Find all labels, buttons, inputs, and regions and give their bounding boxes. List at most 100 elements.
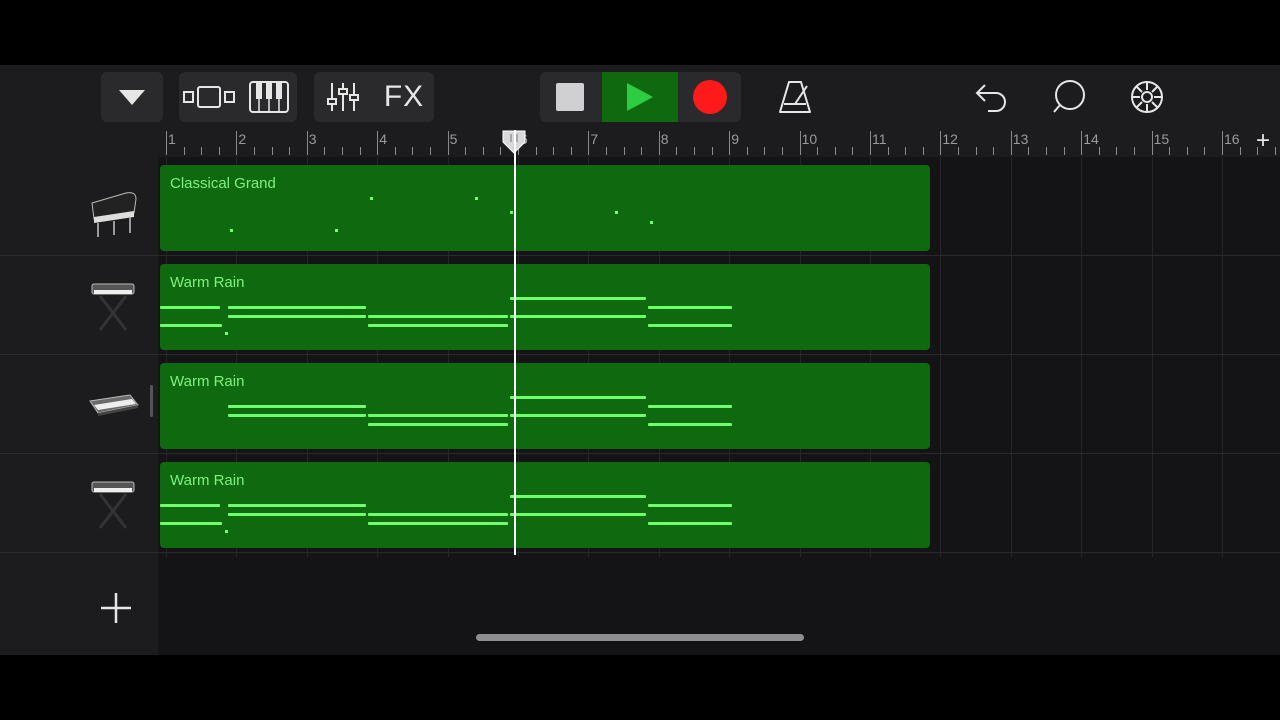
track-header[interactable] xyxy=(0,355,158,454)
record-button[interactable] xyxy=(680,72,740,122)
loop-browser-button[interactable] xyxy=(1044,72,1094,122)
browser-button[interactable] xyxy=(101,72,163,122)
ruler-beat-tick xyxy=(887,147,889,155)
settings-icon xyxy=(1131,81,1163,113)
midi-note xyxy=(648,405,732,408)
track-lane: Warm Rain xyxy=(158,454,1280,553)
ruler-bar-tick xyxy=(1081,131,1083,155)
midi-note xyxy=(228,306,366,309)
ruler-beat-tick xyxy=(1028,147,1030,155)
ruler-bar-tick xyxy=(1151,131,1153,155)
ruler-bar-tick xyxy=(1010,131,1012,155)
ruler-beat-tick xyxy=(412,147,414,155)
midi-note xyxy=(648,423,732,426)
add-track-button[interactable] xyxy=(98,590,134,626)
ruler-bar-tick xyxy=(236,131,238,155)
midi-note xyxy=(510,315,646,318)
ruler-bar-tick xyxy=(377,131,379,155)
midi-region[interactable]: Warm Rain xyxy=(160,462,930,548)
metronome-button[interactable] xyxy=(770,72,820,122)
track-header[interactable] xyxy=(0,256,158,355)
mixer-button[interactable] xyxy=(314,72,372,122)
ruler-beat-tick xyxy=(183,147,185,155)
ruler-bar-tick xyxy=(870,131,871,155)
midi-region[interactable]: Warm Rain xyxy=(160,363,930,449)
ruler-bar-tick xyxy=(447,131,449,155)
fx-icon: FX xyxy=(383,80,425,113)
mixer-icon xyxy=(327,83,359,111)
ruler-beat-tick xyxy=(1116,147,1118,155)
ruler-beat-tick xyxy=(342,147,343,155)
ruler-beat-tick xyxy=(254,147,255,155)
ruler-beat-tick xyxy=(1186,147,1188,155)
midi-note xyxy=(225,530,228,533)
ruler-beat-tick xyxy=(623,147,625,155)
track-lanes: Classical Grand Warm Rain Warm Rain Warm… xyxy=(158,157,1280,655)
track-headers xyxy=(0,157,158,655)
midi-note xyxy=(228,414,366,417)
ruler-bar-number: 7 xyxy=(590,131,599,147)
ruler-beat-tick xyxy=(482,147,484,155)
ruler-beat-tick xyxy=(764,147,766,155)
ruler-beat-tick xyxy=(922,147,924,155)
region-name: Warm Rain xyxy=(170,472,245,489)
plus-icon xyxy=(101,593,131,623)
midi-region[interactable]: Warm Rain xyxy=(160,264,930,350)
undo-button[interactable] xyxy=(966,72,1016,122)
midi-note xyxy=(510,211,513,214)
fx-button[interactable]: FX xyxy=(374,72,434,122)
midi-note xyxy=(368,522,508,525)
tracks-view-button[interactable] xyxy=(179,72,239,122)
midi-note xyxy=(648,504,732,507)
timeline-ruler[interactable]: 12345678910111213141516 + xyxy=(158,129,1280,157)
ruler-bar-number: 3 xyxy=(308,131,317,147)
ruler-bar-number: 15 xyxy=(1153,131,1170,147)
ruler-beat-tick xyxy=(711,147,713,155)
midi-note xyxy=(368,315,508,318)
ruler-beat-tick xyxy=(324,147,326,155)
midi-region[interactable]: Classical Grand xyxy=(160,165,930,251)
ruler-beat-tick xyxy=(834,147,836,155)
track-header[interactable] xyxy=(0,157,158,256)
midi-note xyxy=(650,221,653,224)
midi-note xyxy=(368,414,508,417)
midi-note xyxy=(368,423,508,426)
ruler-bar-number: 9 xyxy=(731,131,739,147)
home-indicator[interactable] xyxy=(476,634,804,641)
ruler-bar-tick xyxy=(729,131,731,155)
region-name: Warm Rain xyxy=(170,373,245,390)
add-section-button[interactable]: + xyxy=(1250,129,1276,155)
midi-note xyxy=(228,405,366,408)
ruler-bar-number: 10 xyxy=(801,131,818,147)
stop-button[interactable] xyxy=(540,72,600,122)
midi-note xyxy=(368,513,508,516)
ruler-beat-tick xyxy=(271,147,273,155)
ruler-beat-tick xyxy=(746,147,748,155)
ruler-bar-number: 11 xyxy=(872,131,887,147)
ruler-beat-tick xyxy=(1063,147,1065,155)
ruler-bar-number: 8 xyxy=(660,131,669,147)
ruler-bar-tick xyxy=(658,131,660,155)
keyboard-icon xyxy=(249,81,289,113)
settings-button[interactable] xyxy=(1122,72,1172,122)
grand-piano-icon xyxy=(91,192,137,237)
mixer-fx-group: FX xyxy=(314,72,434,122)
ruler-beat-tick xyxy=(359,147,361,155)
ruler-beat-tick xyxy=(676,147,678,155)
keyboard-button[interactable] xyxy=(241,72,297,122)
ruler-beat-tick xyxy=(782,147,783,155)
browser-dropdown-icon xyxy=(101,72,163,122)
midi-note xyxy=(228,504,366,507)
ruler-beat-tick xyxy=(817,147,819,155)
midi-note xyxy=(335,229,338,232)
metronome-icon xyxy=(779,81,811,113)
ruler-bar-number: 5 xyxy=(449,131,458,147)
midi-note xyxy=(648,522,732,525)
track-header[interactable] xyxy=(0,454,158,553)
ruler-bar-number: 16 xyxy=(1224,131,1240,147)
midi-note xyxy=(368,324,508,327)
play-button[interactable] xyxy=(602,72,678,122)
midi-note xyxy=(160,522,222,525)
ruler-beat-tick xyxy=(1239,147,1241,155)
garageband-tracks-view: FX 1 2 3 4 5 7 8 9 10 11 12 13 14 15 16 … xyxy=(0,65,1280,655)
